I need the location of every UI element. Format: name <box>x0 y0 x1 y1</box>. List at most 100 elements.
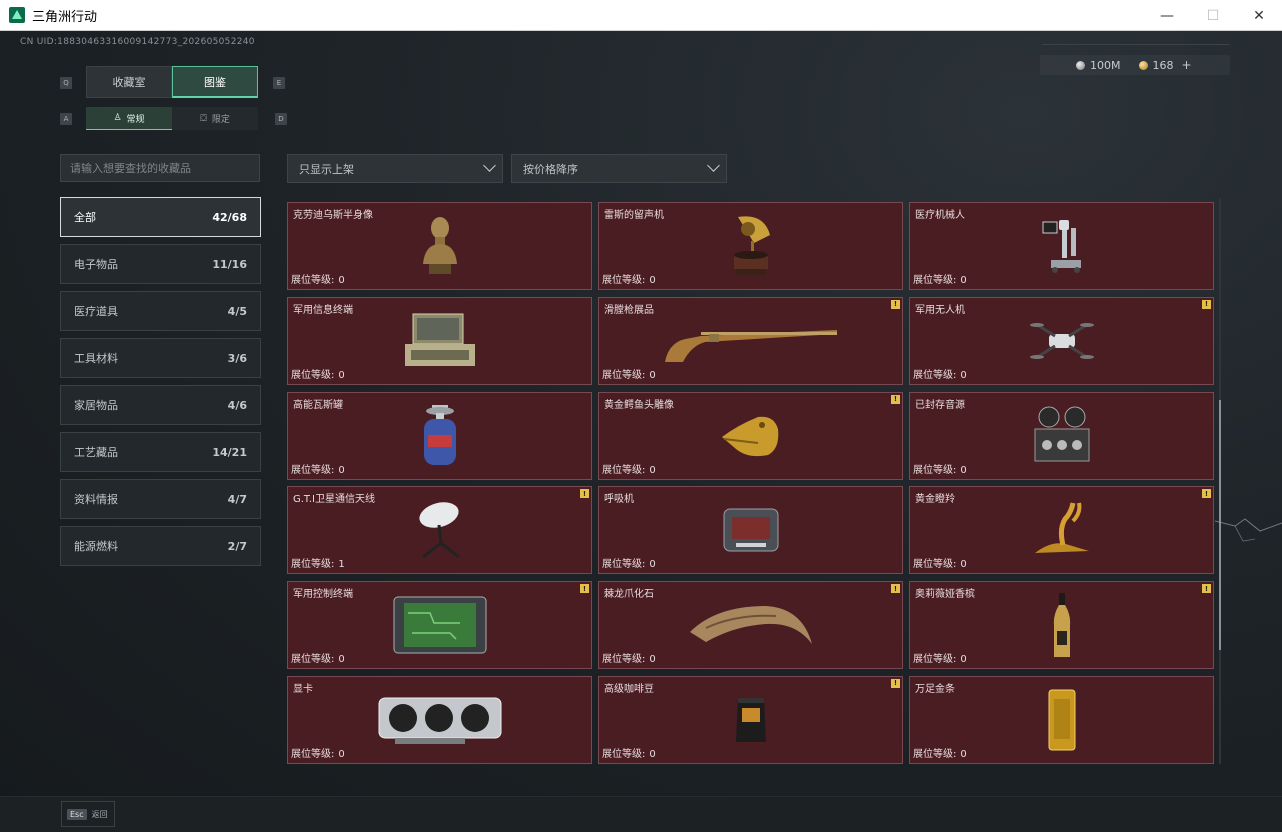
category-energy[interactable]: 能源燃料 2/7 <box>60 526 261 566</box>
item-level: 展位等级: 0 <box>291 271 345 286</box>
level-value: 0 <box>338 369 345 381</box>
gpu-icon <box>375 685 505 755</box>
collection-item-card[interactable]: 奥莉薇娅香槟 展位等级: 0! <box>909 581 1214 670</box>
back-label: 返回 <box>91 809 108 819</box>
alert-badge-icon: ! <box>891 584 900 594</box>
level-label: 展位等级: <box>602 559 646 571</box>
item-level: 展位等级: 0 <box>913 745 967 760</box>
maximize-button[interactable]: ☐ <box>1190 0 1236 31</box>
tab-catalog[interactable]: 图鉴 <box>172 66 258 98</box>
collection-item-card[interactable]: 军用控制终端 展位等级: 0! <box>287 581 592 670</box>
close-button[interactable]: ✕ <box>1236 0 1282 31</box>
key-hint-d: D <box>275 113 287 125</box>
collection-item-card[interactable]: 医疗机械人 展位等级: 0 <box>909 202 1214 290</box>
item-name: G.T.I卫星通信天线 <box>293 494 375 506</box>
item-level: 展位等级: 0 <box>291 366 345 381</box>
sort-value: 按价格降序 <box>523 162 578 176</box>
level-label: 展位等级: <box>602 654 646 666</box>
level-label: 展位等级: <box>913 654 957 666</box>
category-label: 电子物品 <box>74 258 118 271</box>
level-value: 0 <box>649 748 656 760</box>
category-label: 全部 <box>74 211 96 224</box>
limited-icon: ⛋ <box>200 113 207 124</box>
subtab-limited-label: 限定 <box>211 115 230 125</box>
item-level: 展位等级: 0 <box>602 745 656 760</box>
bottom-bar: Esc 返回 <box>0 796 1282 832</box>
pawn-icon: ♙ <box>113 113 122 123</box>
category-intel[interactable]: 资料情报 4/7 <box>60 479 261 519</box>
level-value: 0 <box>649 464 656 476</box>
item-name: 已封存音源 <box>915 399 965 411</box>
item-name: 克劳迪乌斯半身像 <box>293 210 373 221</box>
collection-item-card[interactable]: 棘龙爪化石 展位等级: 0! <box>598 581 903 670</box>
category-household[interactable]: 家居物品 4/6 <box>60 385 261 425</box>
category-count: 4/6 <box>227 398 247 412</box>
collection-item-card[interactable]: 呼吸机 展位等级: 0 <box>598 486 903 575</box>
collection-item-card[interactable]: 克劳迪乌斯半身像展位等级: 0 <box>287 202 592 290</box>
gold-gazelle-icon <box>1029 495 1095 565</box>
category-medical[interactable]: 医疗道具 4/5 <box>60 291 261 331</box>
collection-item-card[interactable]: 万足金条展位等级: 0 <box>909 675 1214 764</box>
item-name: 万足金条 <box>915 683 955 695</box>
subtab-regular[interactable]: ♙ 常规 <box>86 107 172 130</box>
level-value: 0 <box>649 275 656 286</box>
reel-recorder-icon <box>1031 401 1093 471</box>
item-level: 展位等级: 1 <box>291 555 345 570</box>
alert-badge-icon: ! <box>891 299 900 309</box>
add-currency-button[interactable]: + <box>1182 58 1192 72</box>
player-uid: CN UID:18830463316009142773_202605052240 <box>20 37 255 47</box>
back-button[interactable]: Esc 返回 <box>61 801 115 827</box>
listing-filter-dropdown[interactable]: 只显示上架 <box>287 154 503 183</box>
category-crafts[interactable]: 工艺藏品 14/21 <box>60 432 261 472</box>
level-label: 展位等级: <box>913 559 957 571</box>
chevron-down-icon <box>483 159 496 172</box>
collection-item-card[interactable]: 军用无人机 展位等级: 0! <box>909 296 1214 385</box>
sort-dropdown[interactable]: 按价格降序 <box>511 154 727 183</box>
level-label: 展位等级: <box>291 559 335 571</box>
collection-item-card[interactable]: 雷斯的留声机 展位等级: 0 <box>598 202 903 290</box>
level-value: 0 <box>338 748 345 760</box>
collection-item-card[interactable]: G.T.I卫星通信天线 展位等级: 1! <box>287 486 592 575</box>
collection-item-card[interactable]: 滑膛枪展品 展位等级: 0! <box>598 296 903 385</box>
level-label: 展位等级: <box>913 369 957 381</box>
level-value: 0 <box>338 464 345 476</box>
category-tools[interactable]: 工具材料 3/6 <box>60 338 261 378</box>
category-all[interactable]: 全部 42/68 <box>60 197 261 237</box>
item-name: 呼吸机 <box>604 494 634 506</box>
app-logo-icon <box>9 7 25 23</box>
level-value: 0 <box>338 654 345 666</box>
collection-item-card[interactable]: 军用信息终端 展位等级: 0 <box>287 296 592 385</box>
level-label: 展位等级: <box>602 748 646 760</box>
item-level: 展位等级: 0 <box>913 271 967 286</box>
item-level: 展位等级: 0 <box>913 366 967 381</box>
item-level: 展位等级: 0 <box>913 461 967 476</box>
item-level: 展位等级: 0 <box>602 366 656 381</box>
subtab-limited[interactable]: ⛋ 限定 <box>172 107 258 130</box>
collection-item-card[interactable]: 显卡 展位等级: 0 <box>287 675 592 764</box>
item-name: 奥莉薇娅香槟 <box>915 589 975 601</box>
search-input[interactable] <box>61 155 259 181</box>
item-level: 展位等级: 0 <box>913 555 967 570</box>
minimize-button[interactable]: — <box>1144 0 1190 31</box>
category-label: 家居物品 <box>74 399 118 412</box>
collection-item-card[interactable]: 黄金瞪羚 展位等级: 0! <box>909 486 1214 575</box>
window-controls: — ☐ ✕ <box>1144 0 1282 31</box>
category-list: 全部 42/68 电子物品 11/16 医疗道具 4/5 工具材料 3/6 家居… <box>60 197 261 573</box>
category-count: 4/7 <box>227 492 247 506</box>
collection-item-card[interactable]: 高能瓦斯罐 展位等级: 0 <box>287 391 592 480</box>
level-value: 1 <box>338 559 345 571</box>
tab-collection-room[interactable]: 收藏室 <box>86 66 172 98</box>
category-count: 42/68 <box>212 210 247 224</box>
collection-item-card[interactable]: 已封存音源展位等级: 0 <box>909 391 1214 480</box>
alert-badge-icon: ! <box>1202 489 1211 499</box>
item-name: 高能瓦斯罐 <box>293 399 343 411</box>
collection-item-card[interactable]: 高级咖啡豆 展位等级: 0! <box>598 675 903 764</box>
sub-tabs: ♙ 常规 ⛋ 限定 <box>86 107 258 130</box>
alert-badge-icon: ! <box>580 489 589 499</box>
category-label: 工艺藏品 <box>74 446 118 459</box>
gold-amount: 168 <box>1152 58 1174 72</box>
collection-item-card[interactable]: 黄金鳄鱼头雕像 展位等级: 0! <box>598 391 903 480</box>
level-label: 展位等级: <box>602 464 646 476</box>
category-electronics[interactable]: 电子物品 11/16 <box>60 244 261 284</box>
coffee-bag-icon <box>732 685 770 755</box>
